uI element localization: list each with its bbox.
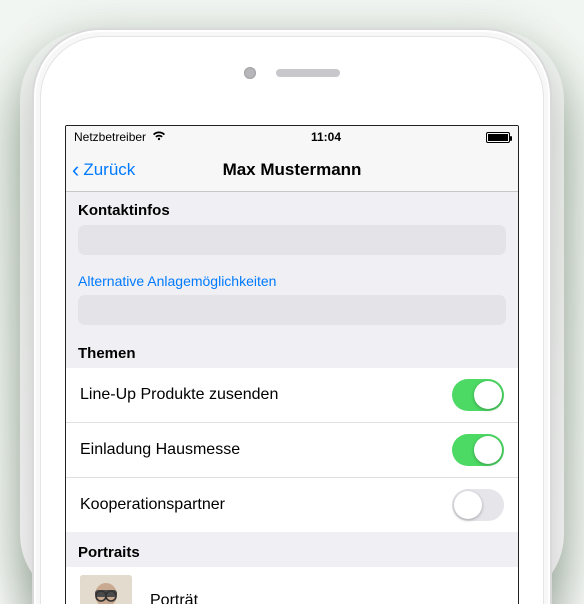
- chevron-left-icon: ‹: [72, 159, 79, 181]
- front-camera-icon: [244, 67, 256, 79]
- phone-frame: Netzbetreiber 11:04 ‹ Zurück Max Musterm…: [32, 28, 552, 604]
- alternative-investments-link[interactable]: Alternative Anlagemöglichkeiten: [66, 263, 518, 295]
- carrier-label: Netzbetreiber: [74, 130, 146, 144]
- screen: Netzbetreiber 11:04 ‹ Zurück Max Musterm…: [65, 125, 519, 604]
- page-title: Max Mustermann: [223, 160, 362, 180]
- portrait-label: Porträt: [150, 592, 198, 604]
- contact-field-1[interactable]: [78, 225, 506, 255]
- section-header-contact: Kontaktinfos: [66, 192, 518, 225]
- toggle-lineup[interactable]: [452, 379, 504, 411]
- themen-row-einladung: Einladung Hausmesse: [66, 423, 518, 478]
- themen-list: Line-Up Produkte zusenden Einladung Haus…: [66, 368, 518, 532]
- battery-icon: [486, 132, 510, 143]
- portrait-thumbnail: [80, 575, 132, 604]
- navigation-bar: ‹ Zurück Max Mustermann: [66, 148, 518, 192]
- speaker-grille-icon: [276, 69, 340, 77]
- section-header-themen: Themen: [66, 333, 518, 368]
- themen-label: Kooperationspartner: [80, 496, 225, 514]
- themen-label: Einladung Hausmesse: [80, 441, 240, 459]
- back-label: Zurück: [83, 160, 135, 180]
- themen-label: Line-Up Produkte zusenden: [80, 386, 278, 404]
- wifi-icon: [152, 130, 166, 144]
- section-header-portraits: Portraits: [66, 532, 518, 567]
- status-bar: Netzbetreiber 11:04: [66, 126, 518, 148]
- themen-row-lineup: Line-Up Produkte zusenden: [66, 368, 518, 423]
- back-button[interactable]: ‹ Zurück: [72, 148, 135, 191]
- content-area: Kontaktinfos Alternative Anlagemöglichke…: [66, 192, 518, 604]
- toggle-einladung[interactable]: [452, 434, 504, 466]
- themen-row-kooperation: Kooperationspartner: [66, 478, 518, 532]
- sensor-cluster: [244, 67, 340, 79]
- portrait-row[interactable]: Porträt: [66, 567, 518, 604]
- contact-field-2[interactable]: [78, 295, 506, 325]
- toggle-kooperation[interactable]: [452, 489, 504, 521]
- clock-label: 11:04: [311, 130, 341, 144]
